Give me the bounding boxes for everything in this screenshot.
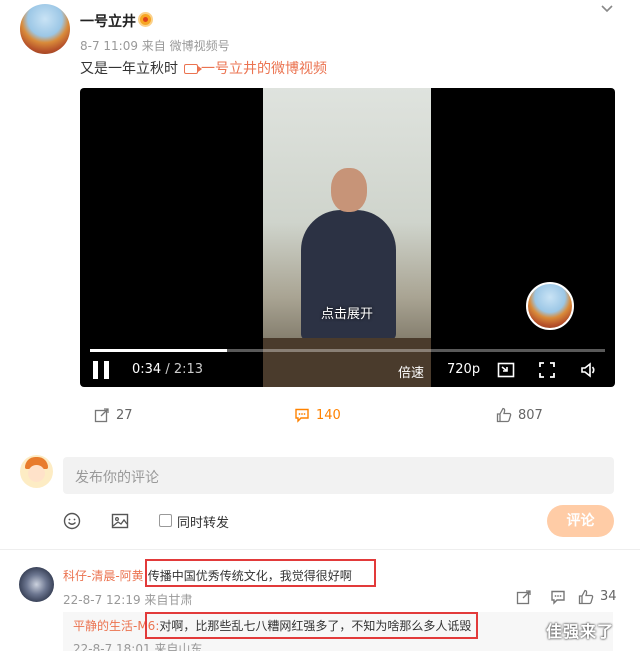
expand-caption[interactable]: 点击展开 <box>263 303 431 322</box>
video-link-icon <box>184 64 202 74</box>
comment-repost-icon[interactable] <box>516 589 532 605</box>
image-icon[interactable] <box>111 512 129 530</box>
reply-meta: 22-8-7 18:01 来自山东 <box>73 642 203 651</box>
forward-checkbox[interactable] <box>159 514 172 527</box>
repost-icon <box>94 408 109 423</box>
comment-button[interactable]: 140 <box>294 407 341 423</box>
video-frame: 点击展开 <box>263 88 431 387</box>
comment-reply-icon[interactable] <box>550 589 566 605</box>
chevron-down-icon[interactable] <box>600 2 614 16</box>
time-display: 0:34 / 2:13 <box>132 362 203 377</box>
author-name[interactable]: 一号立井 <box>80 11 136 31</box>
progress-bar[interactable] <box>90 349 605 352</box>
reply-highlight-box <box>145 612 478 639</box>
comment-username[interactable]: 科仔-清晨-阿黄: <box>63 569 148 583</box>
composer-tools: 同时转发 <box>0 505 640 537</box>
verified-badge-icon <box>138 12 153 27</box>
my-avatar[interactable] <box>20 455 53 488</box>
emoji-icon[interactable] <box>63 512 81 530</box>
comment-icon <box>295 408 309 423</box>
post-actions: 27 140 807 <box>0 400 640 430</box>
speed-button[interactable]: 倍速 <box>398 362 424 381</box>
duration: 2:13 <box>173 362 204 377</box>
progress-fill <box>90 349 227 352</box>
post-body: 又是一年立秋时 <box>80 61 178 77</box>
repost-count: 27 <box>116 407 133 423</box>
like-count: 807 <box>518 407 543 423</box>
forward-label[interactable]: 同时转发 <box>177 512 229 531</box>
video-author-avatar[interactable] <box>526 282 574 330</box>
comment-count: 140 <box>316 407 341 423</box>
video-link[interactable]: 一号立井的微博视频 <box>201 61 327 77</box>
post-text: 又是一年立秋时 一号立井的微博视频 <box>80 58 327 78</box>
divider <box>0 549 640 550</box>
volume-icon[interactable] <box>580 361 598 379</box>
comment-thumbs-up-icon[interactable] <box>578 589 594 605</box>
time-separator: / <box>161 362 174 377</box>
fullscreen-icon[interactable] <box>538 361 556 379</box>
comment-like-count: 34 <box>600 589 617 604</box>
comment-input[interactable]: 发布你的评论 <box>63 457 614 494</box>
thumbs-up-icon <box>496 407 512 423</box>
commenter-avatar[interactable] <box>19 567 54 602</box>
video-player[interactable]: 点击展开 0:34 / 2:13 倍速 720p <box>80 88 615 387</box>
pause-icon[interactable] <box>93 361 109 379</box>
submit-comment-button[interactable]: 评论 <box>547 505 614 537</box>
quality-button[interactable]: 720p <box>447 362 480 377</box>
repost-button[interactable]: 27 <box>94 407 133 423</box>
author-avatar[interactable] <box>20 4 70 54</box>
picture-in-picture-icon[interactable] <box>497 361 515 379</box>
current-time: 0:34 <box>132 362 162 377</box>
comment-meta: 22-8-7 12:19 来自甘肃 <box>63 593 193 607</box>
video-controls: 0:34 / 2:13 倍速 720p <box>80 356 615 384</box>
post-meta: 8-7 11:09 来自 微博视频号 <box>80 39 230 53</box>
highlight-box <box>145 559 376 587</box>
like-button[interactable]: 807 <box>496 407 543 423</box>
watermark: 佳强来了 <box>546 622 615 641</box>
